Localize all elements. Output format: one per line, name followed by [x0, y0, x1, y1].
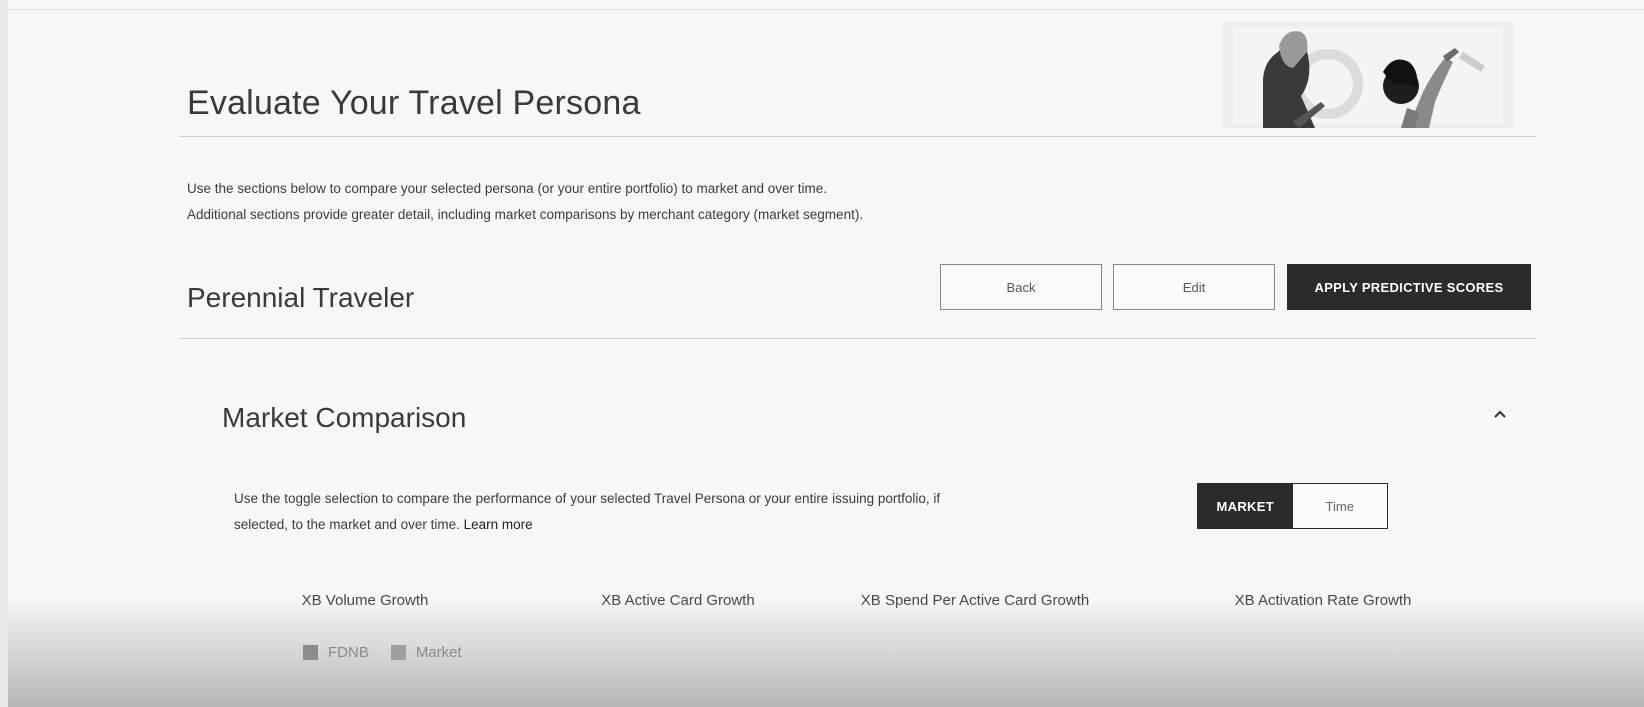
market-time-toggle: MARKET Time	[1197, 483, 1388, 529]
toggle-time[interactable]: Time	[1293, 484, 1388, 528]
bottom-fade-overlay	[8, 598, 1644, 707]
legend-label-market: Market	[415, 644, 462, 661]
persona-divider	[179, 338, 1536, 339]
metric-activation-rate-growth: XB Activation Rate Growth	[1234, 592, 1412, 609]
intro-line-2: Additional sections provide greater deta…	[187, 207, 864, 222]
top-divider	[8, 9, 1644, 10]
metric-volume-growth: XB Volume Growth	[301, 592, 429, 609]
title-divider	[179, 136, 1536, 137]
legend-swatch-market	[390, 645, 406, 660]
market-comparison-title: Market Comparison	[222, 402, 467, 433]
description-line-2: selected, to the market and over time. L…	[234, 512, 1134, 538]
legend-item-fdnb: FDNB	[303, 644, 369, 661]
metric-active-card-growth: XB Active Card Growth	[601, 592, 755, 609]
legend-item-market: Market	[390, 644, 462, 661]
legend-swatch-fdnb	[303, 645, 318, 660]
market-comparison-description: Use the toggle selection to compare the …	[234, 486, 1134, 538]
edit-button[interactable]: Edit	[1113, 264, 1275, 310]
description-line-2-text: selected, to the market and over time.	[234, 517, 460, 532]
toggle-market[interactable]: MARKET	[1198, 484, 1293, 528]
intro-text: Use the sections below to compare your s…	[187, 176, 1087, 228]
description-line-1: Use the toggle selection to compare the …	[234, 491, 941, 506]
metric-spend-per-active-card-growth: XB Spend Per Active Card Growth	[860, 592, 1090, 609]
chevron-up-icon[interactable]	[1492, 408, 1508, 420]
travel-persona-illustration	[1223, 22, 1513, 128]
intro-line-1: Use the sections below to compare your s…	[187, 181, 828, 196]
learn-more-link[interactable]: Learn more	[464, 517, 533, 532]
chart-legend: FDNB Market	[303, 644, 484, 661]
legend-label-fdnb: FDNB	[328, 644, 369, 661]
page: Evaluate Your Travel Persona Use the sec…	[8, 0, 1644, 707]
apply-predictive-scores-button[interactable]: APPLY PREDICTIVE SCORES	[1287, 264, 1531, 310]
back-button[interactable]: Back	[940, 264, 1102, 310]
page-title: Evaluate Your Travel Persona	[187, 84, 641, 122]
persona-name: Perennial Traveler	[187, 282, 415, 313]
